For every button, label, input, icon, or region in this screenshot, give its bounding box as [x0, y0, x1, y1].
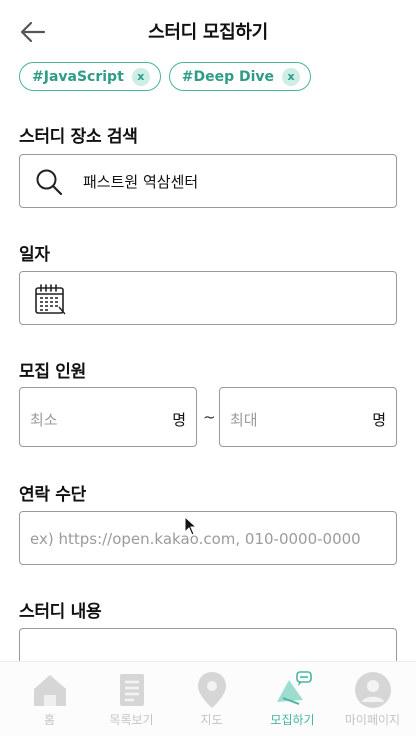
location-value: 패스트원 역삼센터: [83, 173, 199, 191]
bottom-tab-bar: 홈 목록보기 지도 모집하기 마이페이지: [0, 661, 416, 736]
date-picker-field[interactable]: [19, 271, 397, 325]
max-members-unit: 명: [372, 411, 386, 429]
home-icon: [33, 675, 66, 706]
location-search-input[interactable]: 패스트원 역삼센터: [19, 154, 397, 208]
location-label: 스터디 장소 검색: [19, 127, 138, 147]
user-icon: [354, 672, 391, 708]
tab-label: 목록보기: [109, 713, 154, 727]
tab-label: 홈: [43, 713, 56, 727]
search-icon: [36, 169, 63, 196]
tab-map[interactable]: 지도: [170, 662, 253, 736]
app-header: 스터디 모집하기: [0, 0, 416, 62]
tag-label: #Deep Dive: [181, 68, 275, 85]
min-members-placeholder: 최소: [30, 411, 58, 429]
tag-chip: #Deep Dive x: [168, 62, 312, 91]
description-label: 스터디 내용: [19, 602, 102, 622]
date-label: 일자: [19, 245, 50, 265]
tab-list[interactable]: 목록보기: [90, 662, 173, 736]
page-title: 스터디 모집하기: [148, 22, 268, 43]
tag-chip: #JavaScript x: [19, 62, 161, 91]
tag-remove-button[interactable]: x: [131, 67, 150, 86]
tab-label: 모집하기: [270, 713, 315, 727]
description-textarea[interactable]: [19, 628, 397, 661]
tag-list: #JavaScript x #Deep Dive x: [19, 62, 312, 91]
max-members-placeholder: 최대: [230, 411, 258, 429]
form-content[interactable]: #JavaScript x #Deep Dive x 스터디 장소 검색 패스트…: [0, 62, 416, 661]
min-members-input[interactable]: 최소 명: [19, 387, 197, 447]
tab-mypage[interactable]: 마이페이지: [331, 662, 414, 736]
range-separator: ~: [203, 408, 216, 426]
calendar-icon: [35, 284, 66, 315]
list-icon: [119, 674, 144, 706]
megaphone-icon: [276, 671, 312, 705]
contact-input[interactable]: ex) https://open.kakao.com, 010-0000-000…: [19, 511, 397, 565]
tag-label: #JavaScript: [32, 68, 124, 85]
tab-label: 마이페이지: [344, 713, 401, 727]
contact-label: 연락 수단: [19, 485, 86, 505]
max-members-input[interactable]: 최대 명: [219, 387, 397, 447]
members-label: 모집 인원: [19, 362, 86, 382]
mouse-cursor-icon: [184, 516, 198, 536]
tab-home[interactable]: 홈: [8, 662, 91, 736]
map-pin-icon: [197, 672, 226, 708]
tag-remove-button[interactable]: x: [282, 67, 301, 86]
min-members-unit: 명: [172, 411, 186, 429]
tab-recruit[interactable]: 모집하기: [251, 662, 334, 736]
tab-label: 지도: [200, 713, 223, 727]
